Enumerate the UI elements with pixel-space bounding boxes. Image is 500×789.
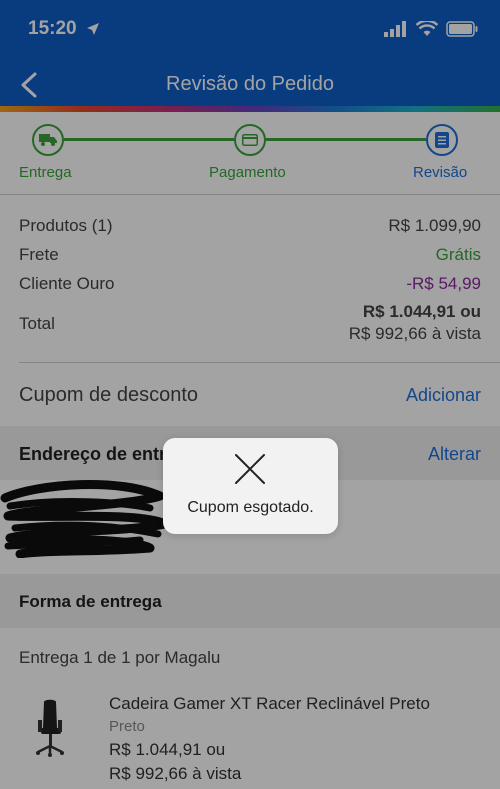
modal-overlay[interactable] bbox=[0, 0, 500, 789]
error-toast: Cupom esgotado. bbox=[163, 438, 338, 534]
toast-message: Cupom esgotado. bbox=[187, 499, 314, 516]
close-x-icon bbox=[233, 452, 267, 486]
